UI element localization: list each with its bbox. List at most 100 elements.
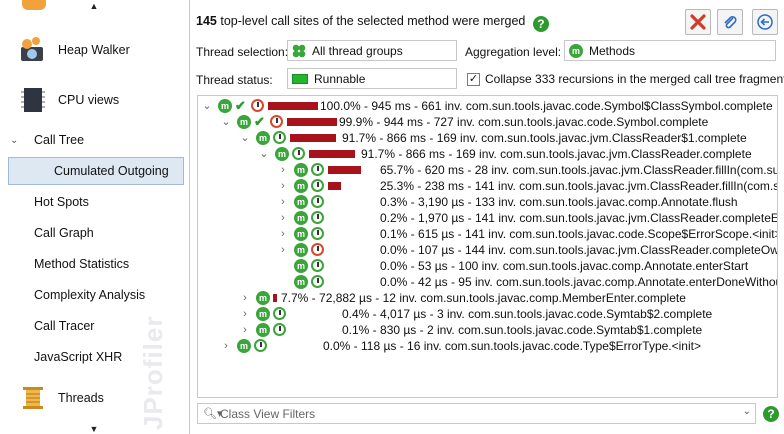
sidebar-item-label: Threads [58, 391, 104, 405]
call-tree-node-label: 0.1% - 830 µs - 2 inv. com.sun.tools.jav… [342, 323, 703, 337]
method-icon: m [294, 195, 308, 209]
sidebar-item-heap-walker[interactable]: Heap Walker [0, 28, 188, 72]
timer-icon [311, 227, 324, 240]
sidebar-item-label: Complexity Analysis [34, 288, 146, 302]
close-button[interactable] [685, 9, 711, 35]
chevron-down-icon[interactable]: ⌄ [743, 406, 751, 417]
time-bar [290, 134, 336, 142]
call-tree-node-label: 0.1% - 615 µs - 141 inv. com.sun.tools.j… [380, 227, 778, 241]
view-selector-sidebar: ▲ Heap Walker CPU views ⌄ Call Tree Cumu… [0, 0, 190, 434]
filter-placeholder: Class View Filters [220, 406, 316, 421]
time-bar [268, 102, 318, 110]
method-icon: m [256, 291, 270, 305]
call-tree-node-label: 0.4% - 4,017 µs - 3 inv. com.sun.tools.j… [342, 307, 713, 321]
attach-button[interactable] [717, 9, 743, 35]
sidebar-item-hot-spots[interactable]: Hot Spots [0, 188, 188, 216]
call-tree-node[interactable]: ⌄ m 91.7% - 866 ms - 169 inv. com.sun.tool… [198, 130, 777, 146]
call-tree-node-label: 0.0% - 42 µs - 95 inv. com.sun.tools.jav… [380, 275, 778, 289]
collapse-recursions-checkbox[interactable]: ✓ [467, 72, 480, 86]
chevron-right-icon[interactable]: › [278, 210, 288, 226]
method-icon: m [294, 243, 308, 257]
timer-icon [292, 147, 305, 160]
filter-help-icon[interactable]: ? [763, 406, 779, 422]
help-icon[interactable]: ? [532, 16, 549, 32]
chevron-right-icon[interactable]: › [278, 242, 288, 258]
call-tree-node-label: 25.3% - 238 ms - 141 inv. com.sun.tools.… [380, 179, 778, 193]
timer-icon [311, 163, 324, 176]
aggregation-level-dropdown[interactable]: m Methods [564, 40, 776, 61]
call-tree: ⌄ m ✔ 100.0% - 945 ms - 661 inv. com.sun.to… [197, 95, 778, 398]
call-tree-panel: 145 top-level call sites of the selected… [191, 0, 784, 434]
merge-message: top-level call sites of the selected met… [220, 14, 526, 28]
sidebar-item-cumulated-outgoing[interactable]: Cumulated Outgoing [8, 157, 184, 185]
chevron-right-icon[interactable]: › [278, 226, 288, 242]
method-icon: m [256, 307, 270, 321]
class-view-filter[interactable]: 🔍︎▾ Class View Filters ⌄ [197, 403, 756, 424]
method-icon: m [294, 163, 308, 177]
call-tree-node[interactable]: › m 65.7% - 620 ms - 28 inv. com.sun.tools… [198, 162, 777, 178]
chevron-right-icon[interactable]: › [278, 194, 288, 210]
time-bar [328, 182, 341, 190]
chevron-right-icon[interactable]: › [278, 178, 288, 194]
chevron-down-icon[interactable]: ⌄ [240, 130, 250, 146]
call-tree-node[interactable]: › m 25.3% - 238 ms - 141 inv. com.sun.tool… [198, 178, 778, 194]
call-tree-node-label: 0.0% - 118 µs - 16 inv. com.sun.tools.ja… [323, 339, 701, 353]
call-tree-node[interactable]: › m 7.7% - 72,882 µs - 12 inv. com.sun.too… [198, 290, 777, 306]
timer-icon [311, 259, 324, 272]
timer-icon [273, 323, 286, 336]
chevron-down-icon[interactable]: ⌄ [10, 135, 18, 146]
call-tree-node[interactable]: › m 0.1% - 830 µs - 2 inv. com.sun.tools.j… [198, 322, 777, 338]
call-tree-node[interactable]: › m 0.0% - 118 µs - 16 inv. com.sun.tools.… [198, 338, 777, 354]
chevron-down-icon[interactable]: ⌄ [259, 146, 269, 162]
merged-count: 145 [196, 14, 217, 28]
timer-icon [311, 179, 324, 192]
call-tree-node[interactable]: › m 0.2% - 1,970 µs - 141 inv. com.sun.too… [198, 210, 777, 226]
chevron-down-icon[interactable]: ⌄ [221, 114, 231, 130]
method-icon: m [218, 99, 232, 113]
collapse-recursions-option[interactable]: ✓ Collapse 333 recursions in the merged … [467, 72, 784, 86]
thread-selection-dropdown[interactable]: All thread groups [287, 40, 457, 61]
call-tree-node-label: 7.7% - 72,882 µs - 12 inv. com.sun.tools… [281, 291, 686, 305]
chevron-down-icon[interactable]: ⌄ [202, 98, 212, 114]
method-icon: m [294, 211, 308, 225]
call-tree-node-label: 0.3% - 3,190 µs - 133 inv. com.sun.tools… [380, 195, 738, 209]
chevron-right-icon[interactable]: › [240, 322, 250, 338]
method-icon: m [294, 259, 308, 273]
call-tree-node[interactable]: ⌄ m 91.7% - 866 ms - 169 inv. com.sun.tool… [198, 146, 777, 162]
timer-icon [311, 195, 324, 208]
timer-icon [251, 99, 264, 112]
scroll-up-arrow[interactable]: ▲ [88, 1, 100, 11]
sidebar-item-call-graph[interactable]: Call Graph [0, 219, 188, 247]
call-tree-node[interactable]: ⌄ m ✔ 100.0% - 945 ms - 661 inv. com.sun.to… [198, 98, 777, 114]
method-icon: m [256, 131, 270, 145]
time-bar [287, 118, 337, 126]
arrow-left-icon [757, 14, 773, 30]
scroll-down-arrow[interactable]: ▼ [88, 424, 100, 434]
method-icon: m [294, 275, 308, 289]
call-tree-node[interactable]: › m 0.0% - 107 µs - 144 inv. com.sun.tools… [198, 242, 777, 258]
call-tree-node[interactable]: › m 0.4% - 4,017 µs - 3 inv. com.sun.tools… [198, 306, 777, 322]
timer-icon [273, 131, 286, 144]
call-tree-node-label: 99.9% - 944 ms - 727 inv. com.sun.tools.… [339, 115, 709, 129]
timer-icon [311, 211, 324, 224]
back-button[interactable] [752, 9, 778, 35]
call-tree-node[interactable]: › m 0.1% - 615 µs - 141 inv. com.sun.tools… [198, 226, 778, 242]
thread-selection-value: All thread groups [312, 43, 403, 58]
chevron-right-icon[interactable]: › [240, 306, 250, 322]
thread-status-dropdown[interactable]: Runnable [287, 68, 457, 89]
call-tree-node[interactable]: m 0.0% - 53 µs - 100 inv. com.sun.tools.j… [198, 258, 777, 274]
time-bar [273, 294, 277, 302]
method-icon: m [256, 323, 270, 337]
call-tree-node[interactable]: m 0.0% - 42 µs - 95 inv. com.sun.tools.ja… [198, 274, 778, 290]
sidebar-item-call-tree[interactable]: ⌄ Call Tree [0, 126, 188, 154]
call-tree-node-label: 100.0% - 945 ms - 661 inv. com.sun.tools… [320, 99, 773, 113]
thread-groups-icon [292, 43, 306, 58]
call-tree-node[interactable]: › m 0.3% - 3,190 µs - 133 inv. com.sun.too… [198, 194, 777, 210]
method-icon: m [275, 147, 289, 161]
chevron-right-icon[interactable]: › [221, 338, 231, 354]
sidebar-item-cpu-views[interactable]: CPU views [0, 78, 188, 122]
jprofiler-watermark: JProfiler [138, 315, 168, 431]
chevron-right-icon[interactable]: › [240, 290, 250, 306]
call-tree-node[interactable]: ⌄ m ✔ 99.9% - 944 ms - 727 inv. com.sun.too… [198, 114, 777, 130]
chevron-right-icon[interactable]: › [278, 162, 288, 178]
